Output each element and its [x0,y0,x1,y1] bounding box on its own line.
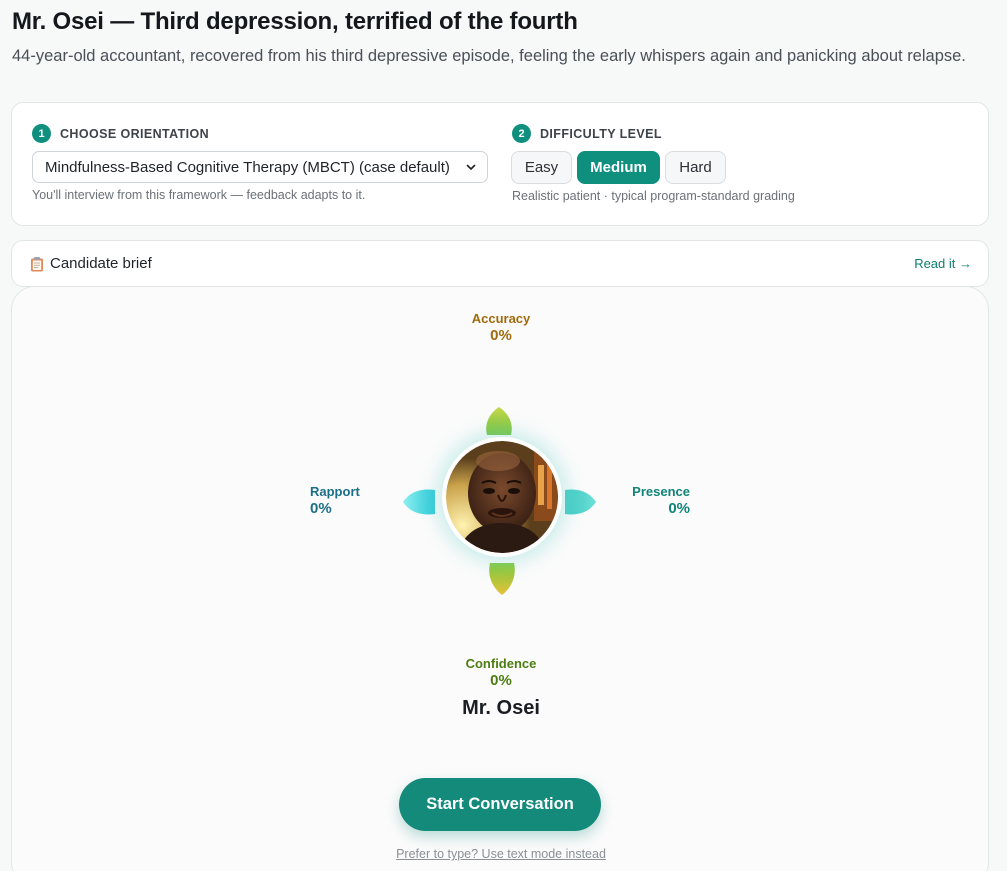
conversation-stage: Accuracy 0% Rapport 0% Presence 0% Confi… [11,286,989,871]
read-brief-link[interactable]: Read it → [914,256,972,271]
step-2-badge: 2 [512,124,531,143]
rapport-leaf-icon [403,489,435,515]
rapport-label: Rapport [310,484,360,499]
orientation-hint: You'll interview from this framework — f… [32,188,366,202]
accuracy-metric: Accuracy 0% [452,311,550,344]
accuracy-value: 0% [490,327,512,344]
patient-avatar [446,441,558,553]
presence-label: Presence [632,484,690,499]
rapport-value: 0% [310,500,332,517]
difficulty-heading-label: DIFFICULTY LEVEL [540,126,662,141]
start-conversation-button[interactable]: Start Conversation [399,778,601,831]
difficulty-toggle-group: Easy Medium Hard [511,151,726,184]
presence-leaf-icon [565,489,596,515]
difficulty-hint: Realistic patient · typical program-stan… [512,189,795,203]
orientation-select[interactable]: Mindfulness-Based Cognitive Therapy (MBC… [32,151,488,183]
confidence-label: Confidence [465,656,537,671]
presence-metric: Presence 0% [602,484,690,517]
candidate-brief-label: Candidate brief [50,255,152,272]
chevron-down-icon [466,164,476,170]
candidate-brief-title: Candidate brief [30,255,152,272]
avatar-ring [442,437,562,557]
orientation-heading: 1 CHOOSE ORIENTATION [32,124,209,143]
presence-value: 0% [668,500,690,517]
confidence-leaf-icon [489,563,515,595]
candidate-brief-card[interactable]: Candidate brief Read it → [11,240,989,287]
rapport-metric: Rapport 0% [310,484,400,517]
accuracy-label: Accuracy [471,311,531,326]
text-mode-link: Prefer to type? Use text mode instead [12,847,990,861]
difficulty-heading: 2 DIFFICULTY LEVEL [512,124,662,143]
difficulty-easy-button[interactable]: Easy [511,151,572,184]
confidence-value: 0% [490,672,512,689]
page-title: Mr. Osei — Third depression, terrified o… [12,8,578,35]
clipboard-icon [31,256,43,271]
difficulty-hard-button[interactable]: Hard [665,151,726,184]
orientation-heading-label: CHOOSE ORIENTATION [60,126,210,141]
orientation-select-value: Mindfulness-Based Cognitive Therapy (MBC… [45,158,450,176]
page-subtitle: 44-year-old accountant, recovered from h… [12,47,966,65]
difficulty-medium-button[interactable]: Medium [577,151,660,184]
accuracy-leaf-icon [486,407,512,435]
text-mode-link-label[interactable]: Prefer to type? Use text mode instead [396,847,606,861]
confidence-metric: Confidence 0% [442,656,560,689]
step-1-badge: 1 [32,124,51,143]
session-setup-card: 1 CHOOSE ORIENTATION Mindfulness-Based C… [11,102,989,226]
persona-name: Mr. Osei [462,697,540,719]
